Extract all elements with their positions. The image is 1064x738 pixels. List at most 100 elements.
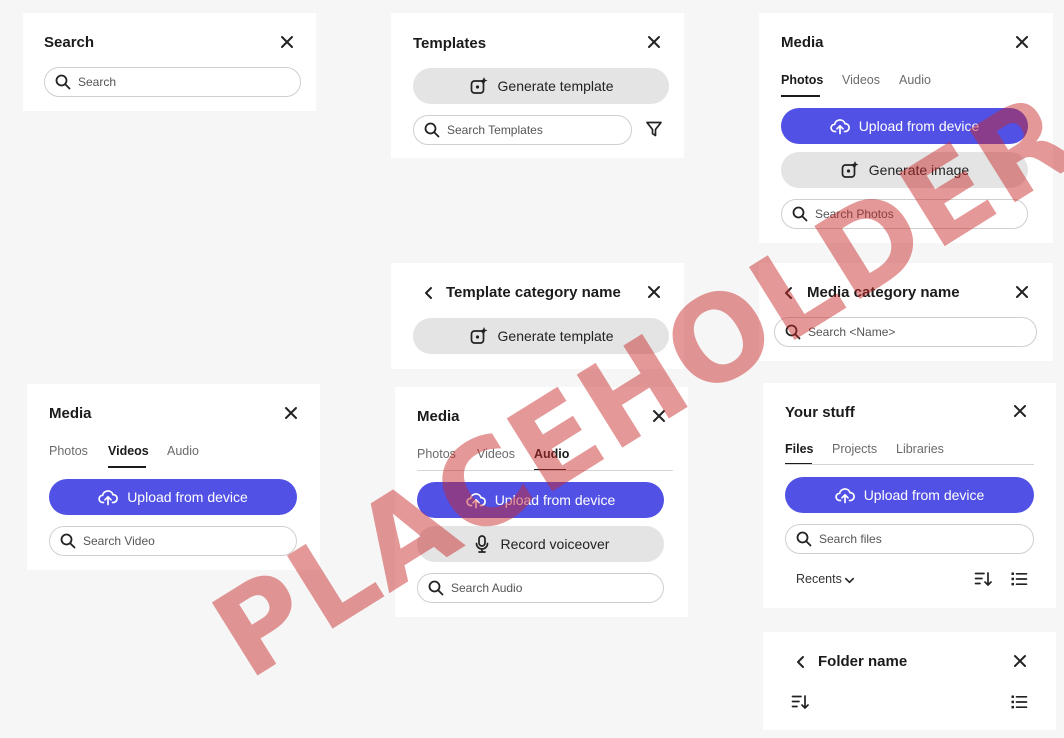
panel-title: Templates [413,35,487,52]
panel-title: Media [49,405,92,422]
panel-title: Search [44,34,95,51]
sparkle-generate-icon [470,77,488,94]
tab-projects[interactable]: Projects [832,442,877,456]
chevron-down-icon [845,577,854,584]
your-stuff-panel: Your stuff Files Projects Libraries Uplo… [763,383,1056,608]
search-input[interactable]: Search Photos [781,199,1028,229]
search-icon [55,74,71,90]
close-icon[interactable] [1013,404,1027,418]
tab-divider [785,464,1034,465]
upload-from-device-button[interactable]: Upload from device [417,482,664,518]
upload-from-device-button[interactable]: Upload from device [785,477,1034,513]
search-placeholder: Search Templates [447,123,543,137]
panel-title: Media [417,408,460,425]
templates-panel: Templates Generate template Search Templ… [391,13,684,158]
folder-panel: Folder name [763,632,1056,730]
panel-title: Media category name [807,284,960,301]
panel-title: Template category name [446,284,621,301]
sort-label: Recents [796,572,842,586]
close-icon[interactable] [1015,285,1029,299]
media-tabs: Photos Videos Audio [49,444,299,470]
search-placeholder: Search Video [83,534,155,548]
search-icon [424,122,440,138]
close-icon[interactable] [1015,35,1029,49]
button-label: Upload from device [863,487,985,503]
microphone-icon [475,535,488,553]
tab-photos[interactable]: Photos [417,447,456,461]
close-icon[interactable] [284,406,298,420]
your-stuff-tabs: Files Projects Libraries [785,442,1034,468]
search-input[interactable]: Search [44,67,301,97]
search-placeholder: Search Audio [451,581,523,595]
tab-videos[interactable]: Videos [108,444,149,458]
search-panel: Search Search [23,13,316,111]
generate-template-button[interactable]: Generate template [413,318,669,354]
record-voiceover-button[interactable]: Record voiceover [417,526,664,562]
button-label: Upload from device [858,118,980,134]
list-view-icon[interactable] [1010,570,1028,588]
active-tab-indicator [108,466,146,468]
filter-icon[interactable] [645,120,663,138]
sort-dropdown[interactable]: Recents [796,571,866,589]
close-icon[interactable] [647,35,661,49]
close-icon[interactable] [647,285,661,299]
back-chevron-icon[interactable] [794,654,808,670]
search-input[interactable]: Search Video [49,526,297,556]
button-label: Record voiceover [500,536,610,552]
search-icon [60,533,76,549]
button-label: Generate template [497,328,614,344]
media-category-panel: Media category name Search <Name> [759,263,1053,361]
upload-from-device-button[interactable]: Upload from device [781,108,1028,144]
search-icon [428,580,444,596]
tab-audio[interactable]: Audio [534,447,569,461]
search-input[interactable]: Search <Name> [774,317,1037,347]
tab-videos[interactable]: Videos [842,73,880,87]
close-icon[interactable] [280,35,294,49]
button-label: Generate image [868,162,970,178]
panel-title: Media [781,34,824,51]
search-placeholder: Search Photos [815,207,894,221]
back-chevron-icon[interactable] [422,285,436,301]
button-label: Upload from device [494,492,616,508]
search-placeholder: Search <Name> [808,325,896,339]
close-icon[interactable] [1013,654,1027,668]
upload-from-device-button[interactable]: Upload from device [49,479,297,515]
search-input[interactable]: Search files [785,524,1034,554]
tab-videos[interactable]: Videos [477,447,515,461]
tab-divider [417,470,673,471]
media-tabs: Photos Videos Audio [781,73,1031,99]
tab-libraries[interactable]: Libraries [896,442,944,456]
media-photos-panel: Media Photos Videos Audio Upload from de… [759,13,1053,243]
search-icon [785,324,801,340]
panel-title: Your stuff [785,404,855,421]
search-input[interactable]: Search Templates [413,115,632,145]
panel-title: Folder name [818,653,908,670]
media-audio-panel: Media Photos Videos Audio Upload from de… [395,387,688,617]
sparkle-generate-icon [841,161,859,178]
media-tabs: Photos Videos Audio [417,447,673,473]
cloud-upload-icon [465,493,486,509]
sparkle-generate-icon [470,327,488,344]
tab-photos[interactable]: Photos [781,73,823,87]
button-label: Generate template [497,78,614,94]
button-label: Upload from device [127,489,248,505]
generate-template-button[interactable]: Generate template [413,68,669,104]
sort-order-icon[interactable] [974,570,992,588]
cloud-upload-icon [98,490,119,506]
tab-photos[interactable]: Photos [49,444,88,458]
template-category-panel: Template category name Generate template [391,263,684,369]
search-input[interactable]: Search Audio [417,573,664,603]
close-icon[interactable] [652,409,666,423]
tab-audio[interactable]: Audio [899,73,931,87]
tab-files[interactable]: Files [785,442,814,456]
generate-image-button[interactable]: Generate image [781,152,1028,188]
search-placeholder: Search files [819,532,882,546]
search-icon [796,531,812,547]
tab-audio[interactable]: Audio [167,444,199,458]
list-view-icon[interactable] [1010,693,1028,711]
search-placeholder: Search [78,75,117,89]
sort-order-icon[interactable] [791,693,809,711]
media-videos-panel: Media Photos Videos Audio Upload from de… [27,384,320,570]
back-chevron-icon[interactable] [782,285,796,301]
cloud-upload-icon [829,119,850,135]
